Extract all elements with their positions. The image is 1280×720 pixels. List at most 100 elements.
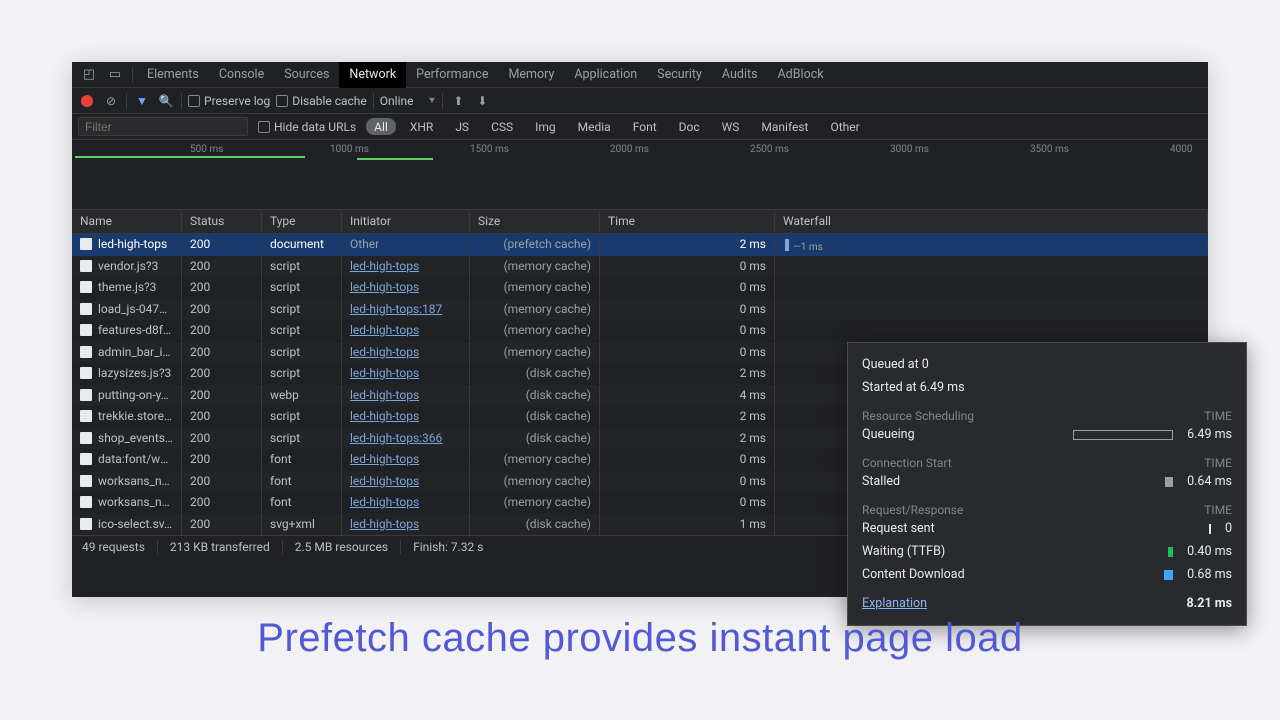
timing-popover: Queued at 0 Started at 6.49 ms Resource … <box>847 342 1247 626</box>
table-row[interactable]: features-d8f…200scriptled-high-tops(memo… <box>72 320 1208 342</box>
cell-size: (disk cache) <box>470 385 600 406</box>
initiator-link[interactable]: led-high-tops <box>350 452 419 466</box>
table-row[interactable]: load_js-047…200scriptled-high-tops:187(m… <box>72 299 1208 321</box>
cell-type: svg+xml <box>262 514 342 535</box>
initiator-link[interactable]: led-high-tops:187 <box>350 302 442 316</box>
cell-size: (memory cache) <box>470 342 600 363</box>
initiator-link[interactable]: led-high-tops <box>350 323 419 337</box>
popover-download-label: Content Download <box>862 567 965 582</box>
clear-button[interactable]: ⊘ <box>102 92 120 110</box>
file-icon <box>80 281 92 293</box>
tab-application[interactable]: Application <box>564 62 647 88</box>
popover-explanation-link[interactable]: Explanation <box>862 596 927 611</box>
cell-name: worksans_n… <box>72 471 182 492</box>
col-name[interactable]: Name <box>72 211 182 232</box>
col-type[interactable]: Type <box>262 211 342 232</box>
search-icon[interactable]: 🔍 <box>157 92 175 110</box>
filter-input[interactable] <box>78 117 248 136</box>
cell-initiator: Other <box>342 234 470 255</box>
cell-status: 200 <box>182 428 262 449</box>
col-time[interactable]: Time <box>600 211 775 232</box>
table-row[interactable]: vendor.js?3200scriptled-high-tops(memory… <box>72 256 1208 278</box>
cell-type: script <box>262 277 342 298</box>
initiator-link[interactable]: led-high-tops <box>350 474 419 488</box>
col-size[interactable]: Size <box>470 211 600 232</box>
type-css[interactable]: CSS <box>483 118 521 135</box>
record-button[interactable] <box>78 92 96 110</box>
devtools-window: ◰ ▭ Elements Console Sources Network Per… <box>72 62 1208 597</box>
col-initiator[interactable]: Initiator <box>342 211 470 232</box>
cell-type: script <box>262 256 342 277</box>
tab-audits[interactable]: Audits <box>712 62 768 88</box>
cell-status: 200 <box>182 514 262 535</box>
cell-size: (memory cache) <box>470 256 600 277</box>
sent-bar <box>1209 524 1211 534</box>
tab-adblock[interactable]: AdBlock <box>768 62 834 88</box>
file-icon <box>80 389 92 401</box>
cell-initiator: led-high-tops:366 <box>342 428 470 449</box>
cell-size: (disk cache) <box>470 406 600 427</box>
cell-name: trekkie.store… <box>72 406 182 427</box>
type-img[interactable]: Img <box>527 118 564 135</box>
cell-name: ico-select.sv… <box>72 514 182 535</box>
file-icon <box>80 518 92 530</box>
popover-queueing-time: 6.49 ms <box>1187 427 1232 442</box>
inspect-icon[interactable]: ◰ <box>76 67 102 82</box>
cell-status: 200 <box>182 406 262 427</box>
tab-security[interactable]: Security <box>647 62 712 88</box>
upload-har-icon[interactable]: ⬆ <box>449 92 467 110</box>
cell-time: 0 ms <box>600 492 775 513</box>
initiator-link[interactable]: led-high-tops <box>350 259 419 273</box>
type-js[interactable]: JS <box>447 118 477 135</box>
cell-name: vendor.js?3 <box>72 256 182 277</box>
type-all[interactable]: All <box>366 118 396 135</box>
type-doc[interactable]: Doc <box>671 118 708 135</box>
cell-name: shop_events… <box>72 428 182 449</box>
device-toggle-icon[interactable]: ▭ <box>102 67 128 82</box>
col-status[interactable]: Status <box>182 211 262 232</box>
cell-status: 200 <box>182 492 262 513</box>
cell-waterfall: —1 ms <box>775 239 1208 251</box>
disable-cache-checkbox[interactable]: Disable cache <box>276 94 367 108</box>
type-ws[interactable]: WS <box>714 118 748 135</box>
type-xhr[interactable]: XHR <box>402 118 441 135</box>
cell-time: 2 ms <box>600 406 775 427</box>
initiator-link[interactable]: led-high-tops <box>350 409 419 423</box>
cell-status: 200 <box>182 320 262 341</box>
tab-sources[interactable]: Sources <box>274 62 339 88</box>
initiator-link[interactable]: led-high-tops <box>350 345 419 359</box>
cell-status: 200 <box>182 234 262 255</box>
tab-network[interactable]: Network <box>339 62 406 88</box>
initiator-link[interactable]: led-high-tops <box>350 388 419 402</box>
tab-memory[interactable]: Memory <box>498 62 564 88</box>
cell-size: (disk cache) <box>470 363 600 384</box>
type-manifest[interactable]: Manifest <box>753 118 816 135</box>
tab-console[interactable]: Console <box>209 62 274 88</box>
preserve-log-checkbox[interactable]: Preserve log <box>188 94 270 108</box>
initiator-link[interactable]: led-high-tops <box>350 280 419 294</box>
timeline-tick: 2000 ms <box>610 144 649 155</box>
cell-type: script <box>262 320 342 341</box>
cell-name: putting-on-y… <box>72 385 182 406</box>
network-overview[interactable]: 500 ms 1000 ms 1500 ms 2000 ms 2500 ms 3… <box>72 140 1208 210</box>
cell-status: 200 <box>182 299 262 320</box>
type-font[interactable]: Font <box>625 118 665 135</box>
type-other[interactable]: Other <box>822 118 867 135</box>
hide-data-urls-checkbox[interactable]: Hide data URLs <box>258 120 356 134</box>
download-har-icon[interactable]: ⬇ <box>473 92 491 110</box>
throttling-select[interactable]: Online ▼ <box>380 94 437 108</box>
initiator-link[interactable]: led-high-tops <box>350 366 419 380</box>
col-waterfall[interactable]: Waterfall <box>775 211 1208 232</box>
initiator-link[interactable]: led-high-tops:366 <box>350 431 442 445</box>
popover-wait-label: Waiting (TTFB) <box>862 544 945 559</box>
initiator-link[interactable]: led-high-tops <box>350 495 419 509</box>
tab-elements[interactable]: Elements <box>137 62 209 88</box>
filter-toggle-icon[interactable]: ▼ <box>133 92 151 110</box>
cell-time: 4 ms <box>600 385 775 406</box>
table-row[interactable]: led-high-tops200documentOther(prefetch c… <box>72 234 1208 256</box>
initiator-link[interactable]: led-high-tops <box>350 517 419 531</box>
type-media[interactable]: Media <box>570 118 619 135</box>
tab-performance[interactable]: Performance <box>406 62 498 88</box>
table-row[interactable]: theme.js?3200scriptled-high-tops(memory … <box>72 277 1208 299</box>
cell-initiator: led-high-tops <box>342 320 470 341</box>
